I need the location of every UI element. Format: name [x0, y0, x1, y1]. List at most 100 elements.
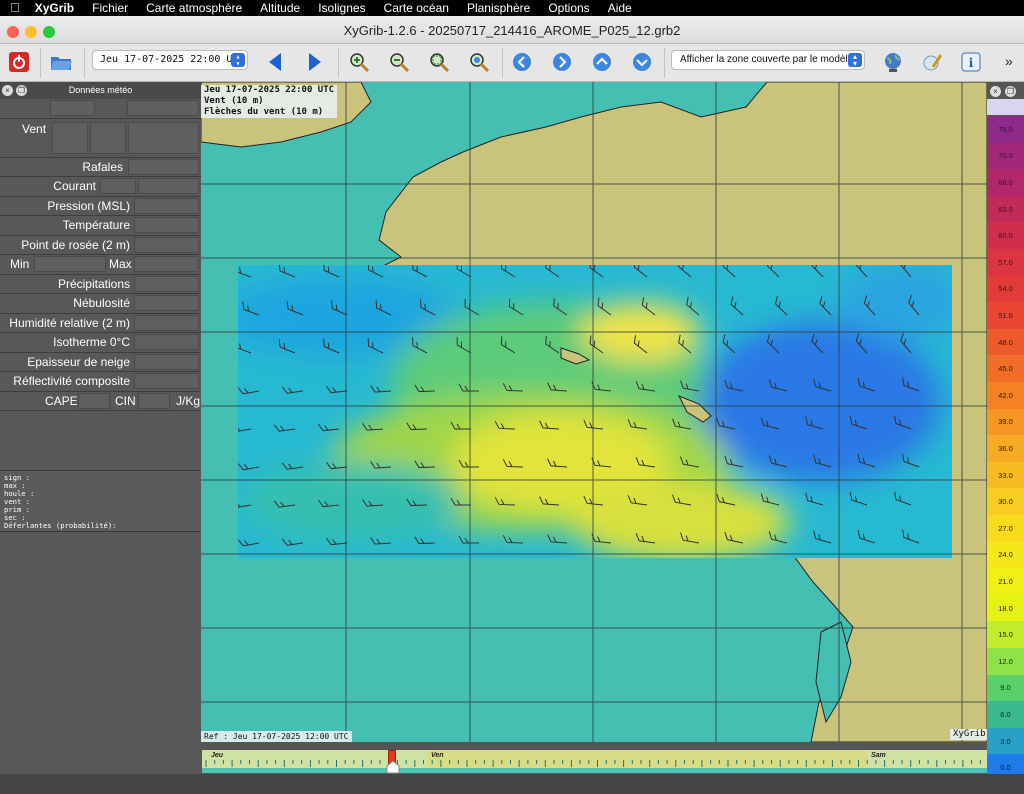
menu-options[interactable]: Options — [539, 0, 598, 16]
menu-carte-atmosphere[interactable]: Carte atmosphère — [137, 0, 251, 16]
zoom-selection-icon — [430, 53, 450, 73]
legend-swatch: 42.0 — [987, 382, 1024, 409]
close-icon[interactable]: × — [990, 86, 1001, 97]
previous-date-button[interactable] — [262, 49, 288, 75]
bottom-strip — [0, 774, 1024, 794]
legend-swatch: 45.0 — [987, 355, 1024, 382]
legend-swatch: 33.0 — [987, 461, 1024, 489]
row-humidite: Humidité relative (2 m) — [0, 314, 201, 333]
header-value-row — [0, 99, 201, 119]
window-title: XyGrib-1.2.6 - 20250717_214416_AROME_P02… — [343, 23, 681, 38]
label-max: Max — [109, 257, 132, 272]
float-icon[interactable]: ❐ — [16, 85, 27, 96]
float-icon[interactable]: ❐ — [1005, 86, 1016, 97]
pan-down-button[interactable] — [629, 49, 655, 75]
row-cape-cin: CAPE CIN J/Kg — [0, 392, 201, 411]
menu-carte-ocean[interactable]: Carte océan — [375, 0, 458, 16]
detail-line: vent : — [4, 497, 30, 506]
circle-arrow-down-icon — [633, 53, 651, 71]
legend-swatch: 3.0 — [987, 727, 1024, 755]
quit-button[interactable] — [6, 49, 32, 75]
row-rafales: Rafales — [0, 158, 201, 177]
legend-swatch: 18.0 — [987, 594, 1024, 622]
circle-arrow-right-icon — [553, 53, 571, 71]
zoom-out-button[interactable] — [386, 49, 412, 75]
row-rosee: Point de rosée (2 m) — [0, 236, 201, 255]
zoom-in-button[interactable] — [346, 49, 372, 75]
map-layer: Vent (10 m) — [204, 96, 264, 106]
brand-label: XyGrib — [950, 729, 987, 740]
legend-swatch: 21.0 — [987, 568, 1024, 595]
download-button[interactable] — [880, 49, 906, 75]
legend-swatch: 36.0 — [987, 435, 1024, 462]
row-temperature: Température — [0, 216, 201, 236]
menu-fichier[interactable]: Fichier — [83, 0, 137, 16]
row-vent: Vent — [0, 119, 201, 158]
settings-button[interactable] — [919, 49, 945, 75]
label-pression: Pression (MSL) — [47, 198, 130, 213]
legend-swatch: 48.0 — [987, 328, 1024, 356]
folder-icon — [51, 57, 72, 70]
zoom-all-icon — [470, 53, 490, 73]
row-neige: Epaisseur de neige — [0, 353, 201, 372]
date-select[interactable]: Jeu 17-07-2025 22:00 UTC ▴ ▾ — [92, 50, 248, 70]
circle-arrow-left-icon — [513, 53, 531, 71]
pan-up-button[interactable] — [589, 49, 615, 75]
label-rosee: Point de rosée (2 m) — [21, 237, 130, 252]
apple-icon[interactable]:  — [0, 0, 26, 16]
legend-swatch: 57.0 — [987, 249, 1024, 276]
zone-select[interactable]: Afficher la zone couverte par le modèle … — [671, 50, 865, 70]
arrow-right-icon — [309, 53, 321, 71]
svg-text:i: i — [969, 56, 974, 70]
legend-swatch: 9.0 — [987, 674, 1024, 702]
chevron-updown-icon: ▴ ▾ — [231, 53, 245, 68]
label-vent: Vent — [22, 121, 47, 136]
zone-select-value: Afficher la zone couverte par le modèle — [680, 54, 854, 65]
legend-swatch: 66.0 — [987, 169, 1024, 196]
label-rafales: Rafales — [82, 159, 123, 174]
label-unit: J/Kg — [176, 393, 201, 408]
legend-swatch: 39.0 — [987, 408, 1024, 436]
menu-altitude[interactable]: Altitude — [251, 0, 309, 16]
detail-line: Déferlantes (probabilité): — [4, 521, 117, 530]
row-min-max: Min Max — [0, 255, 201, 275]
menu-isolignes[interactable]: Isolignes — [309, 0, 374, 16]
close-icon[interactable]: × — [2, 85, 13, 96]
row-reflectivite: Réflectivité composite — [0, 372, 201, 392]
legend-swatch: 12.0 — [987, 648, 1024, 675]
arrow-left-icon — [269, 53, 281, 71]
menu-aide[interactable]: Aide — [599, 0, 641, 16]
row-isotherme: Isotherme 0°C — [0, 333, 201, 353]
more-tools-button[interactable]: » — [1005, 53, 1013, 69]
map-canvas[interactable] — [201, 82, 987, 742]
label-min: Min — [10, 257, 30, 272]
menu-app[interactable]: XyGrib — [26, 0, 83, 16]
window-titlebar: XyGrib-1.2.6 - 20250717_214416_AROME_P02… — [0, 16, 1024, 44]
row-nebulosite: Nébulosité — [0, 294, 201, 314]
next-date-button[interactable] — [302, 49, 328, 75]
legend-swatch: 6.0 — [987, 701, 1024, 728]
details-box: sign : max : houle : vent : prim : sec :… — [0, 470, 201, 532]
zoom-all-button[interactable] — [466, 49, 492, 75]
info-button[interactable]: i — [958, 49, 984, 75]
timeline-ticks — [205, 760, 981, 767]
pen-icon — [923, 54, 943, 71]
label-humidite: Humidité relative (2 m) — [9, 315, 130, 330]
label-cin: CIN — [115, 393, 136, 408]
timeline-handle[interactable] — [386, 760, 400, 774]
label-temperature: Température — [62, 218, 130, 233]
legend-swatch: 51.0 — [987, 302, 1024, 329]
menu-planisphere[interactable]: Planisphère — [458, 0, 539, 16]
zoom-selection-button[interactable] — [426, 49, 452, 75]
globe-icon — [885, 53, 901, 72]
weather-map[interactable]: Jeu 17-07-2025 22:00 UTC Vent (10 m) Flè… — [201, 82, 987, 742]
open-file-button[interactable] — [48, 49, 74, 75]
color-legend: 75.0 70.0 66.0 63.0 60.0 57.0 54.0 51.0 48.0 45.0… — [987, 98, 1024, 781]
pan-right-button[interactable] — [549, 49, 575, 75]
day-label-jeu: Jeu — [211, 752, 224, 759]
pan-left-button[interactable] — [509, 49, 535, 75]
zoom-in-icon — [350, 53, 370, 73]
legend-swatch: 54.0 — [987, 275, 1024, 303]
legend-swatch: 15.0 — [987, 621, 1024, 648]
map-date: Jeu 17-07-2025 22:00 UTC — [204, 85, 335, 95]
